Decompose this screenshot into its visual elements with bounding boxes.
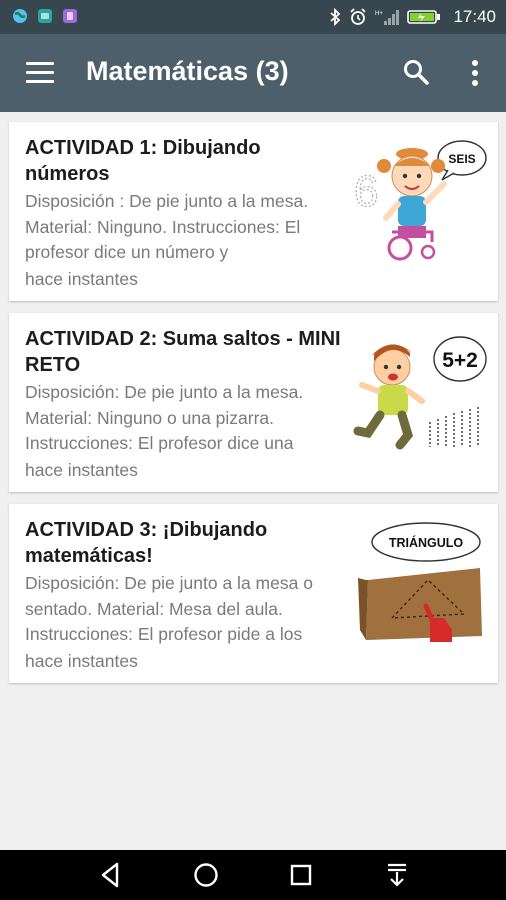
bluetooth-icon (330, 8, 341, 26)
status-time: 17:40 (453, 7, 496, 26)
activity-description: Disposición : De pie junto a la mesa. Ma… (25, 191, 309, 262)
battery-icon (407, 10, 441, 24)
activity-description: Disposición: De pie junto a la mesa o se… (25, 573, 313, 644)
bubble-label: SEIS (448, 152, 475, 166)
status-bar: H+ 17:40 (0, 0, 506, 34)
boy-jumping-illustration: 5+2 (352, 327, 487, 457)
activity-card-1[interactable]: ACTIVIDAD 1: Dibujando números Disposici… (9, 122, 498, 301)
hamburger-icon[interactable] (26, 62, 54, 84)
svg-text:6: 6 (354, 167, 378, 216)
app-notification-icon-2 (63, 9, 77, 23)
more-vert-icon[interactable] (468, 58, 482, 88)
bubble-label: 5+2 (442, 349, 478, 372)
svg-text:H+: H+ (375, 11, 383, 17)
triangle-table-illustration: TRIÁNGULO (352, 518, 487, 648)
notification-icons (12, 8, 78, 24)
activity-description: Disposición: De pie junto a la mesa. Mat… (25, 382, 304, 453)
activity-card-2[interactable]: ACTIVIDAD 2: Suma saltos - MINI RETO Dis… (9, 313, 498, 492)
globe-notification-icon (13, 9, 27, 23)
activity-title: ACTIVIDAD 2: Suma saltos - MINI RETO (25, 328, 341, 376)
activity-timestamp: hace instantes (25, 651, 138, 671)
activity-card-3[interactable]: ACTIVIDAD 3: ¡Dibujando matemáticas! Dis… (9, 504, 498, 683)
navigation-bar (0, 850, 506, 900)
card-text: ACTIVIDAD 1: Dibujando números Disposici… (25, 135, 343, 290)
girl-drawing-number-illustration: SEIS 6 (352, 136, 487, 266)
recents-square-icon[interactable] (285, 859, 317, 891)
activity-title: ACTIVIDAD 3: ¡Dibujando matemáticas! (25, 519, 268, 567)
app-bar: Matemáticas (3) (0, 34, 506, 112)
status-indicators: H+ 17:40 (329, 0, 496, 34)
card-text: ACTIVIDAD 2: Suma saltos - MINI RETO Dis… (25, 326, 343, 481)
activity-timestamp: hace instantes (25, 460, 138, 480)
home-circle-icon[interactable] (190, 859, 222, 891)
activity-title: ACTIVIDAD 1: Dibujando números (25, 137, 261, 185)
card-text: ACTIVIDAD 3: ¡Dibujando matemáticas! Dis… (25, 517, 343, 672)
app-notification-icon (38, 9, 52, 23)
page-title: Matemáticas (3) (86, 56, 289, 86)
search-icon[interactable] (402, 58, 430, 86)
notification-pulldown-icon[interactable] (381, 859, 413, 891)
signal-icon: H+ (375, 10, 400, 25)
activity-timestamp: hace instantes (25, 269, 138, 289)
alarm-icon (350, 8, 367, 25)
bubble-label: TRIÁNGULO (389, 535, 464, 550)
back-triangle-icon[interactable] (95, 859, 127, 891)
